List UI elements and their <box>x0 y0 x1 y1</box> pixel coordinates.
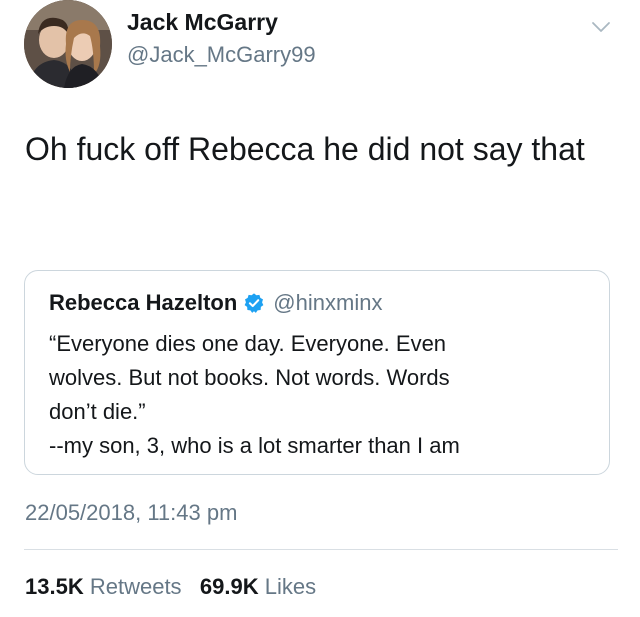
retweets-label: Retweets <box>89 574 182 599</box>
tweet-stats: 13.5K Retweets 69.9K Likes <box>25 574 316 600</box>
quoted-tweet-line: --my son, 3, who is a lot smarter than I… <box>49 433 460 458</box>
quoted-author-handle: @hinxminx <box>273 290 383 315</box>
tweet-text: Oh fuck off Rebecca he did not say that <box>25 131 585 167</box>
author-name[interactable]: Jack McGarry <box>127 9 278 36</box>
quoted-tweet-text: “Everyone dies one day. Everyone. Even w… <box>49 327 594 463</box>
author-handle[interactable]: @Jack_McGarry99 <box>127 42 316 68</box>
retweets-stat[interactable]: 13.5K Retweets <box>25 574 188 599</box>
likes-count: 69.9K <box>199 574 259 599</box>
avatar-photo <box>24 0 112 88</box>
likes-label: Likes <box>264 574 317 599</box>
quoted-tweet-card[interactable]: Rebecca Hazelton @hinxminx “Everyone die… <box>24 270 610 475</box>
chevron-down-icon[interactable] <box>591 20 611 34</box>
quoted-author-name: Rebecca Hazelton <box>49 290 238 315</box>
quoted-tweet-header: Rebecca Hazelton @hinxminx <box>49 290 382 316</box>
avatar[interactable] <box>24 0 112 88</box>
divider <box>24 549 618 550</box>
tweet-timestamp[interactable]: 22/05/2018, 11:43 pm <box>25 500 237 526</box>
quoted-tweet-line: “Everyone dies one day. Everyone. Even <box>49 331 447 356</box>
verified-badge-icon <box>244 293 264 313</box>
retweets-count: 13.5K <box>25 574 84 599</box>
quoted-tweet-line: wolves. But not books. Not words. Words <box>49 365 450 390</box>
quoted-tweet-line: don’t die.” <box>49 399 146 424</box>
likes-stat[interactable]: 69.9K Likes <box>200 574 316 599</box>
